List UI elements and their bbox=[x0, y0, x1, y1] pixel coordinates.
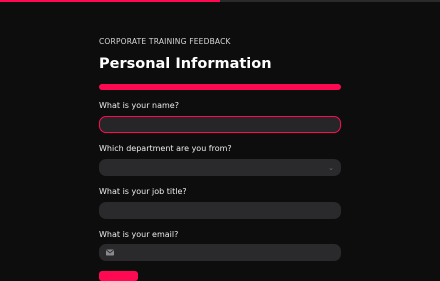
email-question-label: What is your email? bbox=[99, 230, 179, 239]
section-bar bbox=[99, 84, 341, 90]
form-eyebrow: CORPORATE TRAINING FEEDBACK bbox=[99, 37, 231, 46]
chevron-down-icon: ⌄ bbox=[328, 164, 334, 172]
top-progress-fill bbox=[0, 0, 220, 2]
name-question-label: What is your name? bbox=[99, 101, 179, 110]
mail-icon bbox=[106, 249, 114, 256]
name-input[interactable] bbox=[99, 116, 341, 133]
department-select[interactable]: ⌄ bbox=[99, 159, 341, 176]
next-button[interactable] bbox=[99, 271, 138, 281]
job-title-question-label: What is your job title? bbox=[99, 187, 187, 196]
job-title-input[interactable] bbox=[99, 202, 341, 219]
page-title: Personal Information bbox=[99, 56, 272, 72]
email-input[interactable] bbox=[99, 244, 341, 261]
department-question-label: Which department are you from? bbox=[99, 144, 232, 153]
top-progress-bar bbox=[0, 0, 440, 2]
